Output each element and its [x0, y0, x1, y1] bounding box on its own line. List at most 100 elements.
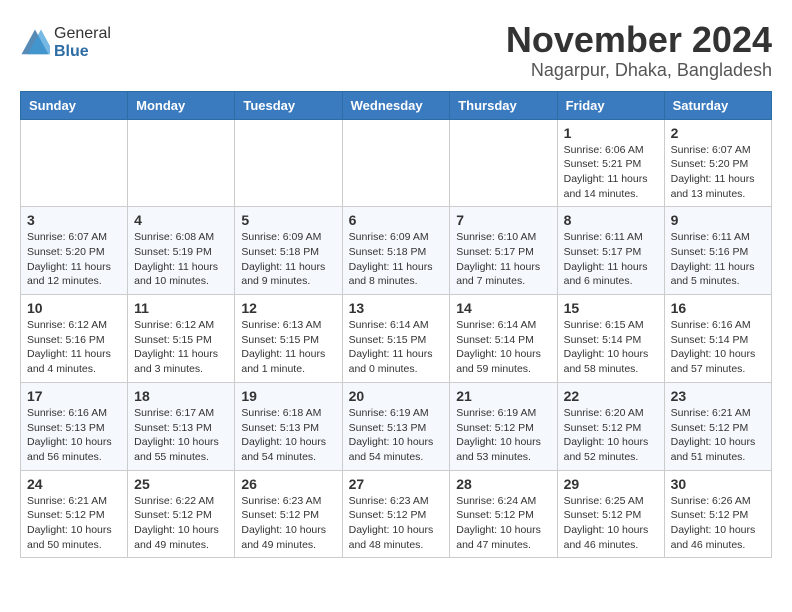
- calendar-weekday-saturday: Saturday: [664, 91, 771, 119]
- calendar-cell: 23Sunrise: 6:21 AM Sunset: 5:12 PM Dayli…: [664, 382, 771, 470]
- day-number: 24: [27, 476, 121, 492]
- day-info: Sunrise: 6:14 AM Sunset: 5:14 PM Dayligh…: [456, 318, 550, 377]
- calendar-cell: [128, 119, 235, 207]
- calendar-cell: 10Sunrise: 6:12 AM Sunset: 5:16 PM Dayli…: [21, 295, 128, 383]
- day-info: Sunrise: 6:25 AM Sunset: 5:12 PM Dayligh…: [564, 494, 658, 553]
- day-number: 30: [671, 476, 765, 492]
- day-number: 13: [349, 300, 444, 316]
- day-number: 18: [134, 388, 228, 404]
- day-number: 27: [349, 476, 444, 492]
- day-number: 6: [349, 212, 444, 228]
- day-info: Sunrise: 6:12 AM Sunset: 5:15 PM Dayligh…: [134, 318, 228, 377]
- calendar-weekday-sunday: Sunday: [21, 91, 128, 119]
- calendar-cell: 9 Sunrise: 6:11 AM Sunset: 5:16 PM Daylig…: [664, 207, 771, 295]
- page-title: November 2024: [506, 20, 772, 60]
- calendar-cell: 20Sunrise: 6:19 AM Sunset: 5:13 PM Dayli…: [342, 382, 450, 470]
- calendar-cell: [342, 119, 450, 207]
- day-info: Sunrise: 6:07 AM Sunset: 5:20 PM Dayligh…: [671, 143, 765, 202]
- day-number: 23: [671, 388, 765, 404]
- calendar-cell: 28 Sunrise: 6:24 AM Sunset: 5:12 PM Dayli…: [450, 470, 557, 558]
- calendar-cell: 22Sunrise: 6:20 AM Sunset: 5:12 PM Dayli…: [557, 382, 664, 470]
- calendar-cell: 3 Sunrise: 6:07 AM Sunset: 5:20 PM Daylig…: [21, 207, 128, 295]
- day-number: 16: [671, 300, 765, 316]
- day-number: 10: [27, 300, 121, 316]
- day-number: 8: [564, 212, 658, 228]
- title-section: November 2024 Nagarpur, Dhaka, Banglades…: [506, 20, 772, 81]
- calendar-weekday-wednesday: Wednesday: [342, 91, 450, 119]
- calendar-cell: 2 Sunrise: 6:07 AM Sunset: 5:20 PM Daylig…: [664, 119, 771, 207]
- calendar-weekday-friday: Friday: [557, 91, 664, 119]
- day-number: 25: [134, 476, 228, 492]
- calendar-cell: 19Sunrise: 6:18 AM Sunset: 5:13 PM Dayli…: [235, 382, 342, 470]
- day-info: Sunrise: 6:14 AM Sunset: 5:15 PM Dayligh…: [349, 318, 444, 377]
- calendar-cell: 7 Sunrise: 6:10 AM Sunset: 5:17 PM Daylig…: [450, 207, 557, 295]
- calendar-cell: 14Sunrise: 6:14 AM Sunset: 5:14 PM Dayli…: [450, 295, 557, 383]
- day-number: 7: [456, 212, 550, 228]
- day-number: 15: [564, 300, 658, 316]
- day-info: Sunrise: 6:08 AM Sunset: 5:19 PM Dayligh…: [134, 230, 228, 289]
- calendar-cell: 25 Sunrise: 6:22 AM Sunset: 5:12 PM Dayli…: [128, 470, 235, 558]
- calendar-week-row: 17Sunrise: 6:16 AM Sunset: 5:13 PM Dayli…: [21, 382, 772, 470]
- calendar-header-row: SundayMondayTuesdayWednesdayThursdayFrid…: [21, 91, 772, 119]
- calendar-week-row: 1 Sunrise: 6:06 AM Sunset: 5:21 PM Daylig…: [21, 119, 772, 207]
- day-number: 11: [134, 300, 228, 316]
- day-info: Sunrise: 6:26 AM Sunset: 5:12 PM Dayligh…: [671, 494, 765, 553]
- day-info: Sunrise: 6:15 AM Sunset: 5:14 PM Dayligh…: [564, 318, 658, 377]
- calendar-cell: 29 Sunrise: 6:25 AM Sunset: 5:12 PM Dayli…: [557, 470, 664, 558]
- logo-blue: Blue: [54, 43, 111, 61]
- calendar-cell: 21Sunrise: 6:19 AM Sunset: 5:12 PM Dayli…: [450, 382, 557, 470]
- calendar-cell: 15 Sunrise: 6:15 AM Sunset: 5:14 PM Dayli…: [557, 295, 664, 383]
- logo: General Blue: [20, 25, 111, 60]
- day-number: 19: [241, 388, 335, 404]
- calendar-week-row: 24 Sunrise: 6:21 AM Sunset: 5:12 PM Dayli…: [21, 470, 772, 558]
- calendar-cell: 30 Sunrise: 6:26 AM Sunset: 5:12 PM Dayli…: [664, 470, 771, 558]
- day-number: 9: [671, 212, 765, 228]
- page-header: General Blue November 2024 Nagarpur, Dha…: [20, 20, 772, 81]
- calendar-week-row: 10Sunrise: 6:12 AM Sunset: 5:16 PM Dayli…: [21, 295, 772, 383]
- calendar-cell: 1 Sunrise: 6:06 AM Sunset: 5:21 PM Daylig…: [557, 119, 664, 207]
- calendar-cell: [21, 119, 128, 207]
- day-info: Sunrise: 6:16 AM Sunset: 5:14 PM Dayligh…: [671, 318, 765, 377]
- day-number: 1: [564, 125, 658, 141]
- logo-general: General: [54, 25, 111, 43]
- day-info: Sunrise: 6:22 AM Sunset: 5:12 PM Dayligh…: [134, 494, 228, 553]
- day-info: Sunrise: 6:16 AM Sunset: 5:13 PM Dayligh…: [27, 406, 121, 465]
- day-info: Sunrise: 6:21 AM Sunset: 5:12 PM Dayligh…: [27, 494, 121, 553]
- day-info: Sunrise: 6:10 AM Sunset: 5:17 PM Dayligh…: [456, 230, 550, 289]
- day-number: 28: [456, 476, 550, 492]
- day-number: 4: [134, 212, 228, 228]
- day-info: Sunrise: 6:19 AM Sunset: 5:12 PM Dayligh…: [456, 406, 550, 465]
- day-info: Sunrise: 6:09 AM Sunset: 5:18 PM Dayligh…: [349, 230, 444, 289]
- calendar-weekday-thursday: Thursday: [450, 91, 557, 119]
- calendar-cell: [450, 119, 557, 207]
- calendar-cell: 4 Sunrise: 6:08 AM Sunset: 5:19 PM Daylig…: [128, 207, 235, 295]
- calendar-cell: 11 Sunrise: 6:12 AM Sunset: 5:15 PM Dayli…: [128, 295, 235, 383]
- day-number: 3: [27, 212, 121, 228]
- day-number: 2: [671, 125, 765, 141]
- day-info: Sunrise: 6:24 AM Sunset: 5:12 PM Dayligh…: [456, 494, 550, 553]
- day-info: Sunrise: 6:23 AM Sunset: 5:12 PM Dayligh…: [349, 494, 444, 553]
- day-info: Sunrise: 6:06 AM Sunset: 5:21 PM Dayligh…: [564, 143, 658, 202]
- calendar-weekday-monday: Monday: [128, 91, 235, 119]
- day-info: Sunrise: 6:19 AM Sunset: 5:13 PM Dayligh…: [349, 406, 444, 465]
- page-subtitle: Nagarpur, Dhaka, Bangladesh: [506, 60, 772, 81]
- calendar-cell: 18Sunrise: 6:17 AM Sunset: 5:13 PM Dayli…: [128, 382, 235, 470]
- day-info: Sunrise: 6:23 AM Sunset: 5:12 PM Dayligh…: [241, 494, 335, 553]
- calendar-cell: 24 Sunrise: 6:21 AM Sunset: 5:12 PM Dayli…: [21, 470, 128, 558]
- calendar-cell: 26 Sunrise: 6:23 AM Sunset: 5:12 PM Dayli…: [235, 470, 342, 558]
- day-number: 29: [564, 476, 658, 492]
- day-info: Sunrise: 6:13 AM Sunset: 5:15 PM Dayligh…: [241, 318, 335, 377]
- logo-icon: [20, 28, 50, 58]
- calendar-weekday-tuesday: Tuesday: [235, 91, 342, 119]
- day-info: Sunrise: 6:09 AM Sunset: 5:18 PM Dayligh…: [241, 230, 335, 289]
- day-info: Sunrise: 6:07 AM Sunset: 5:20 PM Dayligh…: [27, 230, 121, 289]
- day-info: Sunrise: 6:11 AM Sunset: 5:17 PM Dayligh…: [564, 230, 658, 289]
- day-number: 12: [241, 300, 335, 316]
- logo-text: General Blue: [54, 25, 111, 60]
- calendar-cell: 17Sunrise: 6:16 AM Sunset: 5:13 PM Dayli…: [21, 382, 128, 470]
- calendar-cell: 8 Sunrise: 6:11 AM Sunset: 5:17 PM Daylig…: [557, 207, 664, 295]
- calendar-table: SundayMondayTuesdayWednesdayThursdayFrid…: [20, 91, 772, 559]
- day-info: Sunrise: 6:11 AM Sunset: 5:16 PM Dayligh…: [671, 230, 765, 289]
- day-number: 26: [241, 476, 335, 492]
- day-info: Sunrise: 6:20 AM Sunset: 5:12 PM Dayligh…: [564, 406, 658, 465]
